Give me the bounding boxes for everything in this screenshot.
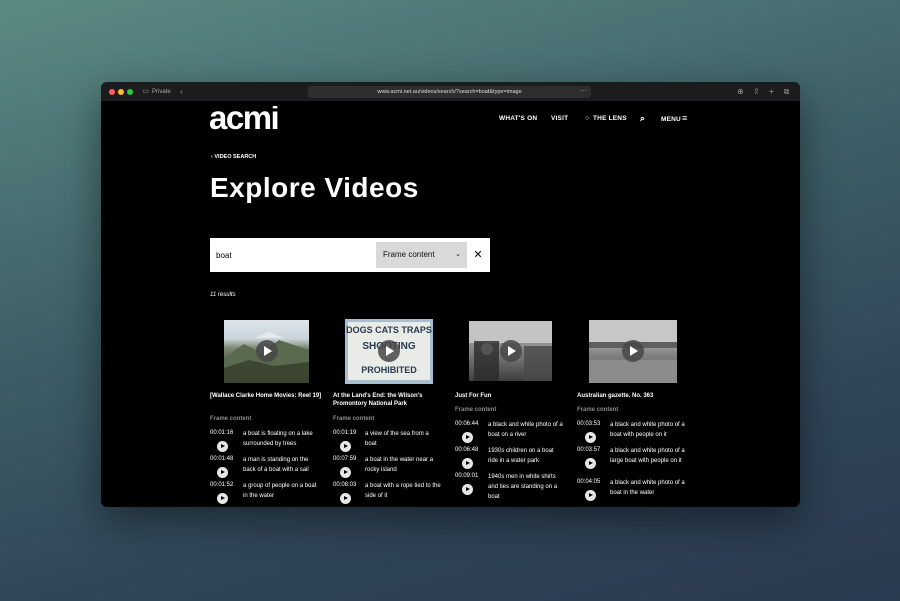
frame-description: a black and white photo of a boat with p… bbox=[610, 422, 685, 438]
play-icon[interactable] bbox=[462, 458, 473, 469]
timestamp[interactable]: 00:06:44 bbox=[455, 421, 478, 427]
close-window-button[interactable] bbox=[109, 89, 115, 95]
page-menu-icon[interactable]: ⋯ bbox=[579, 87, 588, 96]
frame-description: a boat in the water near a rocky island bbox=[365, 457, 434, 473]
timestamp[interactable]: 00:01:48 bbox=[210, 456, 233, 462]
nav-whats-on[interactable]: WHAT'S ON bbox=[499, 115, 537, 122]
new-tab-icon[interactable]: + bbox=[767, 87, 776, 96]
sidebar-icon[interactable]: ▭ bbox=[141, 87, 150, 96]
address-bar[interactable]: www.acmi.net.au/videos/search/?search=bo… bbox=[308, 86, 591, 98]
play-icon[interactable] bbox=[340, 467, 351, 478]
clear-search-button[interactable]: ✕ bbox=[472, 248, 484, 262]
video-thumbnail[interactable] bbox=[224, 320, 309, 383]
breadcrumb[interactable]: ‹ VIDEO SEARCH bbox=[211, 154, 256, 160]
svg-text:DOGS CATS TRAPS: DOGS CATS TRAPS bbox=[346, 325, 432, 335]
frame-description: a group of people on a boat in the water bbox=[243, 483, 317, 499]
timestamp[interactable]: 00:04:05 bbox=[577, 479, 600, 485]
frame-description: a black and white photo of a large boat … bbox=[610, 448, 685, 464]
video-title[interactable]: [Wallace Clarke Home Movies: Reel 19] bbox=[210, 392, 323, 400]
timestamp[interactable]: 00:01:52 bbox=[210, 482, 233, 488]
nav-the-lens[interactable]: THE LENS bbox=[593, 115, 627, 122]
play-icon[interactable] bbox=[340, 493, 351, 504]
timestamp[interactable]: 00:03:57 bbox=[577, 447, 600, 453]
search-icon[interactable]: ⌕ bbox=[640, 113, 645, 124]
section-label: Frame content bbox=[455, 407, 497, 413]
share-icon[interactable]: ⇪ bbox=[752, 87, 761, 96]
video-thumbnail[interactable] bbox=[589, 320, 677, 383]
nav-menu[interactable]: MENU bbox=[661, 116, 681, 123]
search-type-select[interactable]: Frame content ⌄ bbox=[376, 242, 467, 268]
frame-description: 1940s men in white shirts and ties are s… bbox=[488, 474, 558, 500]
play-icon[interactable] bbox=[585, 432, 596, 443]
frame-description: a boat is floating on a lake surrounded … bbox=[243, 431, 313, 447]
timestamp[interactable]: 00:06:48 bbox=[455, 447, 478, 453]
timestamp[interactable]: 00:03:53 bbox=[577, 421, 600, 427]
nav-visit[interactable]: VISIT bbox=[551, 115, 568, 122]
timestamp[interactable]: 00:08:03 bbox=[333, 482, 356, 488]
select-value: Frame content bbox=[383, 250, 435, 259]
browser-window: ▭ Private ‹ www.acmi.net.au/videos/searc… bbox=[101, 82, 800, 507]
svg-text:acmi: acmi bbox=[209, 106, 278, 132]
timestamp[interactable]: 00:07:59 bbox=[333, 456, 356, 462]
svg-text:PROHIBITED: PROHIBITED bbox=[361, 365, 417, 375]
breadcrumb-label: VIDEO SEARCH bbox=[214, 154, 257, 160]
play-icon[interactable] bbox=[462, 484, 473, 495]
acmi-logo[interactable]: acmi bbox=[209, 106, 316, 132]
video-title[interactable]: Just For Fun bbox=[455, 392, 555, 400]
url-text: www.acmi.net.au/videos/search/?search=bo… bbox=[377, 89, 522, 95]
play-icon bbox=[256, 340, 278, 362]
play-icon[interactable] bbox=[585, 490, 596, 501]
timestamp[interactable]: 00:01:19 bbox=[333, 430, 356, 436]
browser-titlebar: ▭ Private ‹ www.acmi.net.au/videos/searc… bbox=[101, 82, 800, 102]
frame-description: a boat with a rope tied to the side of i… bbox=[365, 483, 441, 499]
video-title[interactable]: At the Land's End: the Wilson's Promonto… bbox=[333, 392, 443, 408]
play-icon[interactable] bbox=[217, 493, 228, 504]
search-input[interactable] bbox=[216, 248, 366, 262]
video-thumbnail[interactable]: DOGS CATS TRAPS SHOOTING PROHIBITED bbox=[345, 319, 433, 384]
section-label: Frame content bbox=[577, 407, 619, 413]
play-icon[interactable] bbox=[462, 432, 473, 443]
timestamp[interactable]: 00:01:16 bbox=[210, 430, 233, 436]
results-count: 11 results bbox=[210, 292, 236, 298]
frame-description: a view of the sea from a boat bbox=[365, 431, 429, 447]
frame-description: a black and white photo of a boat on a r… bbox=[488, 422, 563, 438]
video-thumbnail[interactable] bbox=[469, 321, 552, 381]
frame-description: 1930s children on a boat ride in a water… bbox=[488, 448, 554, 464]
chevron-down-icon: ⌄ bbox=[455, 251, 461, 258]
play-icon[interactable] bbox=[217, 467, 228, 478]
timestamp[interactable]: 00:09:01 bbox=[455, 473, 478, 479]
minimize-window-button[interactable] bbox=[118, 89, 124, 95]
maximize-window-button[interactable] bbox=[127, 89, 133, 95]
search-form: Frame content ⌄ ✕ bbox=[210, 238, 490, 272]
play-icon bbox=[378, 340, 400, 362]
play-icon[interactable] bbox=[340, 441, 351, 452]
tab-overview-icon[interactable]: ⧉ bbox=[782, 87, 791, 96]
frame-description: a black and white photo of a boat in the… bbox=[610, 480, 685, 496]
page-title: Explore Videos bbox=[210, 172, 419, 203]
lens-icon: ○ bbox=[585, 115, 590, 122]
play-icon bbox=[622, 340, 644, 362]
hamburger-icon[interactable]: ≡ bbox=[682, 113, 687, 123]
section-label: Frame content bbox=[333, 416, 375, 422]
play-icon bbox=[500, 340, 522, 362]
private-label: Private bbox=[152, 89, 171, 95]
video-title[interactable]: Australian gazette. No. 363 bbox=[577, 392, 687, 400]
section-label: Frame content bbox=[210, 416, 252, 422]
frame-description: a man is standing on the back of a boat … bbox=[243, 457, 309, 473]
play-icon[interactable] bbox=[217, 441, 228, 452]
play-icon[interactable] bbox=[585, 458, 596, 469]
download-icon[interactable]: ⊕ bbox=[736, 87, 745, 96]
back-icon[interactable]: ‹ bbox=[177, 87, 186, 96]
